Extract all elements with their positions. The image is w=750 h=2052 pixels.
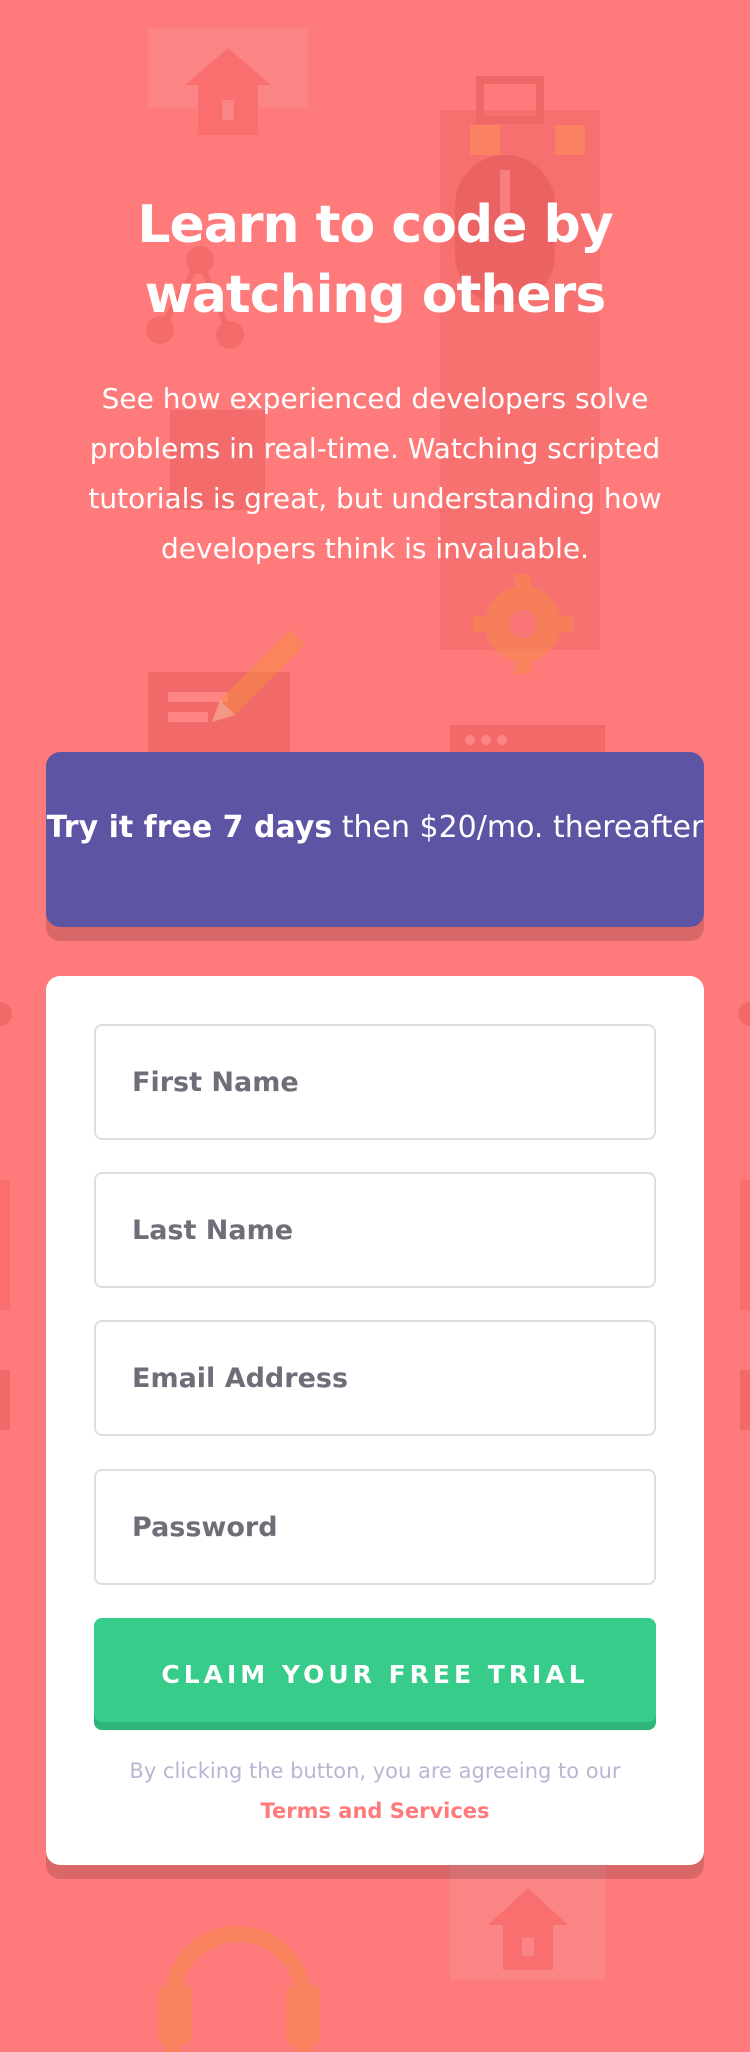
- email-input[interactable]: [94, 1320, 656, 1436]
- terms-text-wrap: By clicking the button, you are agreeing…: [125, 1751, 625, 1831]
- terms-link[interactable]: Terms and Services: [260, 1799, 489, 1823]
- password-input[interactable]: [94, 1469, 656, 1585]
- hero-title: Learn to code by watching others: [137, 195, 613, 325]
- offer-banner: Try it free 7 days then $20/mo. thereaft…: [46, 752, 704, 927]
- window-icon: [450, 725, 605, 755]
- house-icon-bottom: [450, 1865, 605, 1980]
- page-content: Learn to code by watching others See how…: [0, 0, 750, 1865]
- offer-rest: then $20/mo. thereafter: [332, 810, 704, 845]
- hero-section: Learn to code by watching others See how…: [0, 0, 750, 574]
- first-name-input[interactable]: [94, 1024, 656, 1140]
- headphones-icon: [158, 1926, 320, 2052]
- terms-notice: By clicking the button, you are agreeing…: [46, 1751, 704, 1831]
- claim-trial-button[interactable]: CLAIM YOUR FREE TRIAL: [94, 1618, 656, 1730]
- terms-prefix: By clicking the button, you are agreeing…: [129, 1759, 621, 1783]
- last-name-input[interactable]: [94, 1172, 656, 1288]
- signup-form: CLAIM YOUR FREE TRIAL By clicking the bu…: [46, 976, 704, 1865]
- offer-highlight: Try it free 7 days: [46, 810, 333, 845]
- hero-description: See how experienced developers solve pro…: [88, 382, 662, 565]
